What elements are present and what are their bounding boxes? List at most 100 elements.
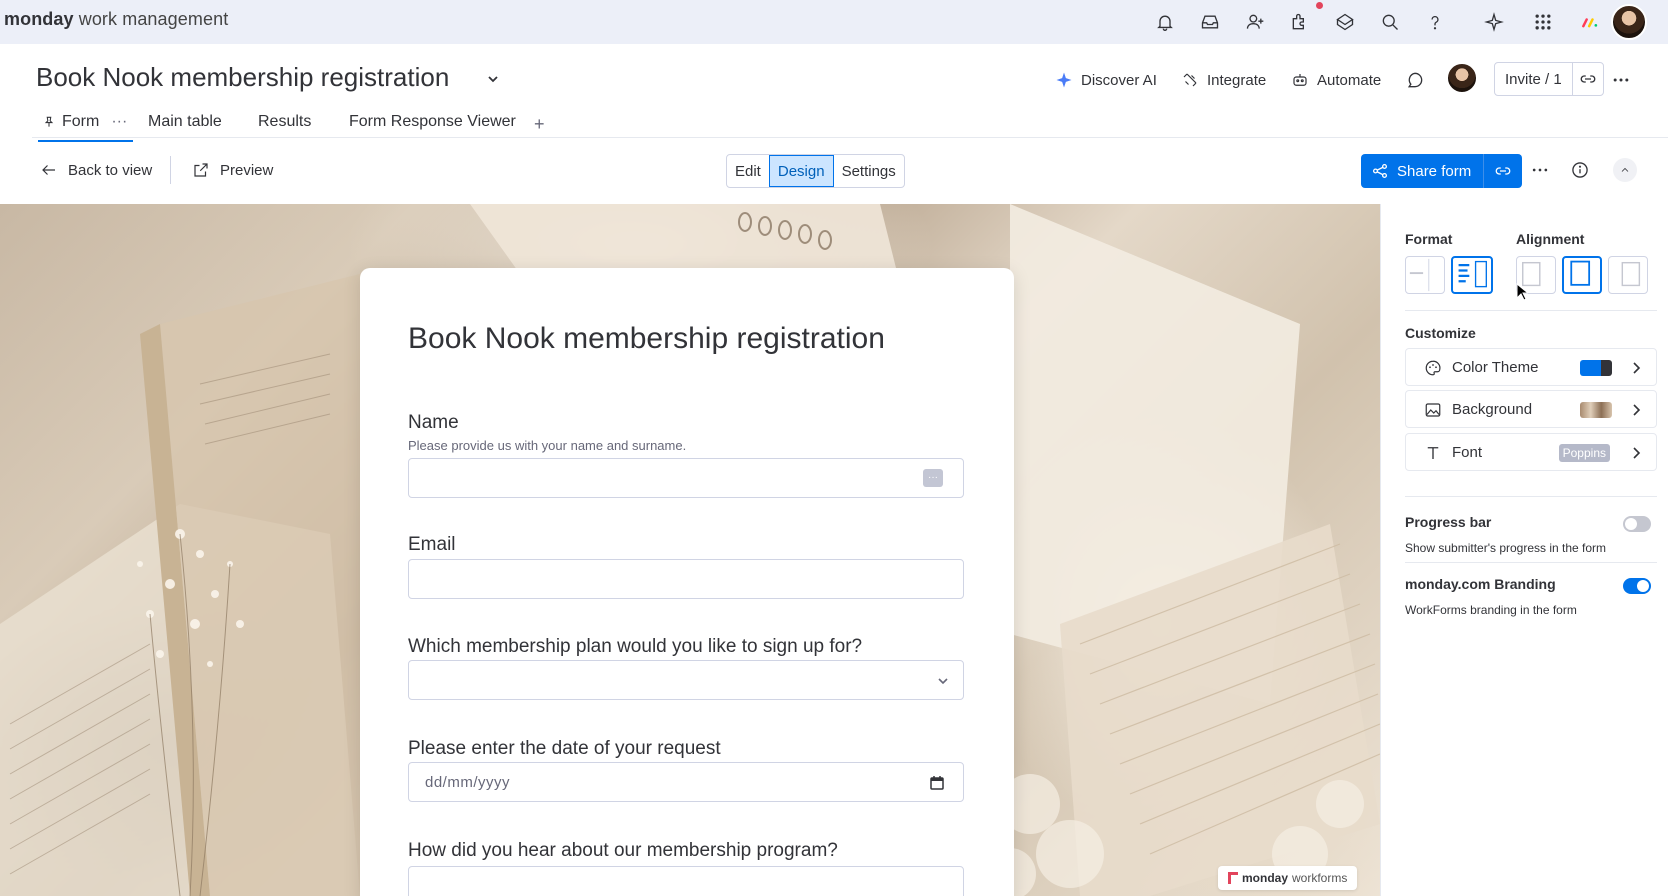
back-label: Back to view — [68, 161, 153, 179]
copy-form-link-icon[interactable] — [1484, 162, 1522, 180]
more-options-icon[interactable] — [1528, 158, 1552, 182]
align-right-icon — [1621, 261, 1641, 287]
format-heading: Format — [1405, 231, 1453, 247]
alignment-right[interactable] — [1608, 256, 1648, 294]
workforms-branding[interactable]: monday workforms — [1218, 866, 1358, 890]
tab-label: Form — [62, 113, 100, 130]
integrate-icon — [1183, 73, 1197, 87]
monday-logo-icon[interactable] — [1578, 10, 1602, 34]
brand-logo[interactable]: monday work management — [4, 9, 228, 30]
tab-form-response-viewer[interactable]: Form Response Viewer — [349, 106, 516, 138]
request-date-input[interactable]: dd/mm/yyyy — [408, 762, 964, 802]
integrate-button[interactable]: Integrate — [1181, 66, 1266, 94]
progress-bar-toggle[interactable] — [1623, 516, 1651, 532]
marketplace-icon[interactable] — [1333, 10, 1357, 34]
discover-ai-label: Discover AI — [1081, 71, 1157, 89]
apps-grid-icon[interactable] — [1531, 10, 1555, 34]
membership-plan-dropdown[interactable] — [408, 660, 964, 700]
question-description: Please provide us with your name and sur… — [408, 438, 687, 453]
share-form-button[interactable]: Share form — [1361, 154, 1523, 188]
more-options-icon[interactable] — [1609, 68, 1633, 92]
email-input[interactable] — [408, 559, 964, 599]
background-thumbnail — [1580, 402, 1612, 418]
board-title[interactable]: Book Nook membership registration — [36, 62, 449, 93]
progress-bar-title: Progress bar — [1405, 514, 1492, 530]
tab-label: Results — [258, 113, 312, 130]
tab-form[interactable]: Form ··· — [37, 106, 134, 142]
automate-label: Automate — [1317, 71, 1382, 89]
mouse-cursor-icon — [1516, 283, 1528, 301]
copy-link-icon[interactable] — [1573, 63, 1603, 95]
discover-ai-button[interactable]: Discover AI — [1055, 66, 1157, 94]
more-icon[interactable]: ··· — [923, 469, 943, 487]
brand-product: work management — [73, 9, 229, 29]
settings-mode-button[interactable]: Settings — [834, 155, 904, 187]
date-placeholder: dd/mm/yyyy — [425, 774, 511, 791]
invite-label: Invite / 1 — [1495, 63, 1573, 95]
format-classic-icon — [1409, 258, 1430, 292]
tab-main-table[interactable]: Main table — [148, 106, 222, 138]
edit-mode-button[interactable]: Edit — [727, 155, 769, 187]
form-card: Book Nook membership registration Name P… — [360, 268, 1014, 896]
add-view-button[interactable]: + — [534, 108, 545, 140]
format-option-side[interactable] — [1451, 256, 1493, 294]
notification-dot — [1316, 2, 1323, 9]
chevron-right-icon — [1633, 447, 1641, 459]
branding-product: workforms — [1292, 871, 1348, 885]
text-icon — [1427, 447, 1439, 459]
inbox-icon[interactable] — [1198, 10, 1222, 34]
name-input[interactable]: ··· — [408, 458, 964, 498]
font-value-badge: Poppins — [1558, 444, 1610, 462]
automate-button[interactable]: Automate — [1291, 66, 1381, 94]
info-icon[interactable] — [1568, 158, 1592, 182]
chevron-down-icon[interactable] — [486, 72, 500, 86]
user-avatar[interactable] — [1611, 4, 1647, 40]
invite-button[interactable]: Invite / 1 — [1494, 62, 1604, 96]
apps-icon[interactable] — [1288, 10, 1312, 34]
back-to-view-button[interactable]: Back to view — [40, 158, 152, 182]
tab-more-icon[interactable]: ··· — [111, 113, 127, 131]
collapse-panel-icon[interactable] — [1613, 158, 1637, 182]
board-owner-avatar[interactable] — [1446, 62, 1478, 94]
chevron-down-icon — [938, 678, 948, 685]
bell-icon[interactable] — [1153, 10, 1177, 34]
share-form-label: Share form — [1397, 162, 1472, 180]
design-mode-button[interactable]: Design — [768, 155, 834, 187]
preview-label: Preview — [220, 161, 274, 179]
invite-members-icon[interactable] — [1243, 10, 1267, 34]
design-panel: Format Alignment Customize Color Theme B… — [1380, 204, 1668, 896]
referral-source-input[interactable] — [408, 866, 964, 896]
color-theme-swatch — [1580, 360, 1612, 376]
branding-title: monday.com Branding — [1405, 576, 1556, 592]
preview-button[interactable]: Preview — [192, 158, 273, 182]
row-label: Color Theme — [1452, 359, 1539, 376]
pin-icon — [44, 116, 54, 127]
branding-description: WorkForms branding in the form — [1405, 603, 1577, 617]
format-option-classic[interactable] — [1405, 256, 1445, 294]
branding-toggle[interactable] — [1623, 578, 1651, 594]
question-label: Email — [408, 534, 456, 555]
toolbar-divider — [170, 156, 171, 184]
align-center-icon — [1570, 260, 1591, 286]
progress-bar-description: Show submitter's progress in the form — [1405, 541, 1607, 555]
ai-sparkle-icon[interactable] — [1482, 10, 1506, 34]
form-title[interactable]: Book Nook membership registration — [408, 322, 885, 356]
branding-bold: monday — [1242, 871, 1289, 885]
question-label: Please enter the date of your request — [408, 738, 721, 759]
alignment-center[interactable] — [1562, 256, 1602, 294]
font-row[interactable]: Font Poppins — [1405, 433, 1657, 471]
calendar-icon[interactable] — [929, 775, 945, 791]
palette-icon — [1425, 360, 1441, 376]
question-label: How did you hear about our membership pr… — [408, 840, 838, 861]
chat-icon[interactable] — [1403, 68, 1427, 92]
panel-divider — [1405, 496, 1657, 497]
background-row[interactable]: Background — [1405, 390, 1657, 428]
chevron-right-icon — [1633, 404, 1641, 416]
question-label: Name — [408, 412, 459, 433]
color-theme-row[interactable]: Color Theme — [1405, 348, 1657, 386]
workforms-logo-icon — [1228, 872, 1238, 884]
question-label: Which membership plan would you like to … — [408, 636, 863, 657]
search-icon[interactable] — [1378, 10, 1402, 34]
tab-results[interactable]: Results — [258, 106, 311, 138]
help-icon[interactable] — [1423, 10, 1447, 34]
